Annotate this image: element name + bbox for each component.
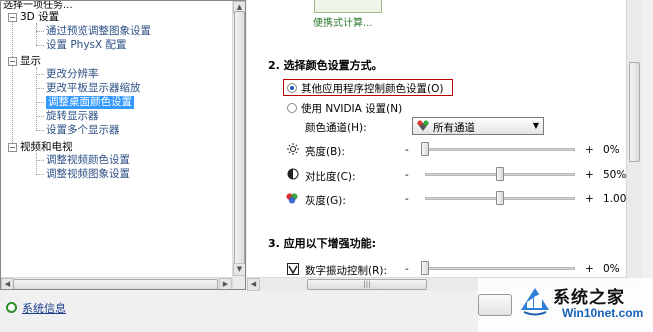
radio-nvidia-label[interactable]: 使用 NVIDIA 设置(N) [301, 101, 402, 116]
system-info-link[interactable]: 系统信息 [22, 300, 66, 316]
tree-connector [36, 45, 44, 46]
tree-category-3d[interactable]: 3D 设置 [20, 11, 59, 24]
radio-nvidia[interactable] [287, 103, 297, 113]
contrast-slider-thumb[interactable] [496, 167, 504, 181]
display-thumbnail-label[interactable]: 便携式计算... [313, 14, 373, 29]
tree-connector [36, 88, 44, 89]
tree-horizontal-scrollbar[interactable]: ◀ ▶ [1, 277, 232, 289]
color-channel-select[interactable]: 所有通道 ▼ [412, 117, 544, 135]
color-channel-value: 所有通道 [433, 122, 475, 134]
color-channel-label: 颜色通道(H): [305, 122, 367, 134]
scroll-left-icon[interactable]: ◀ [247, 278, 260, 291]
collapse-toggle-icon[interactable]: − [8, 143, 17, 152]
digital-vibrance-slider-track[interactable] [425, 267, 575, 270]
tree-item-physx[interactable]: 设置 PhysX 配置 [46, 39, 127, 52]
brightness-slider-track[interactable] [425, 148, 575, 151]
tree-category-video-tv[interactable]: 视频和电视 [20, 141, 73, 154]
brightness-value: 0% [603, 144, 620, 156]
tree-vertical-scrollbar[interactable]: ▲ ▼ [232, 1, 245, 289]
contrast-label: 对比度(C): [305, 171, 356, 183]
gamma-slider-thumb[interactable] [496, 191, 504, 205]
contrast-plus[interactable]: + [585, 169, 594, 181]
tree-connector [12, 19, 13, 149]
watermark-title: 系统之家 [553, 288, 625, 308]
contrast-value: 50% [603, 169, 627, 181]
channel-rgb-icon [417, 120, 429, 131]
laptop-thumbnail-icon[interactable] [314, 0, 382, 13]
tree-item-desktop-color[interactable]: 调整桌面颜色设置 [46, 96, 134, 109]
radio-other-app-label[interactable]: 其他应用程序控制颜色设置(O) [301, 81, 443, 96]
tree-connector [36, 67, 37, 131]
brightness-icon [287, 143, 299, 155]
scrollbar-thumb[interactable] [13, 279, 218, 289]
tree-connector [36, 160, 44, 161]
tree-connector [36, 102, 44, 103]
collapse-toggle-icon[interactable]: − [8, 57, 17, 66]
chevron-down-icon: ▼ [532, 121, 539, 130]
gamma-value: 1.00 [603, 193, 627, 205]
tree-connector [36, 23, 37, 45]
watermark-url: Win10net.com [562, 306, 644, 320]
scrollbar-thumb[interactable] [234, 11, 245, 267]
digital-vibrance-minus[interactable]: - [405, 263, 409, 275]
tree-item-preview-image[interactable]: 通过预览调整图象设置 [46, 25, 151, 38]
digital-vibrance-icon [287, 263, 299, 275]
tree-connector [36, 174, 44, 175]
digital-vibrance-value: 0% [603, 263, 620, 275]
radio-other-app[interactable] [287, 83, 297, 93]
brightness-plus[interactable]: + [585, 144, 594, 156]
collapse-toggle-icon[interactable]: − [8, 13, 17, 22]
content-vertical-scrollbar[interactable] [626, 0, 642, 290]
tree-connector [36, 153, 37, 175]
system-info-icon [6, 302, 17, 313]
tree-header: 选择一项任务... [3, 0, 73, 11]
partial-button[interactable] [478, 294, 512, 316]
contrast-icon [287, 168, 299, 180]
brightness-minus[interactable]: - [405, 144, 409, 156]
tree-item-flatpanel-scaling[interactable]: 更改平板显示器缩放 [46, 82, 141, 95]
section2-title: 2. 选择颜色设置方式。 [268, 59, 383, 72]
section3-title: 3. 应用以下增强功能: [268, 237, 377, 250]
tree-item-video-image[interactable]: 调整视频图象设置 [46, 168, 130, 181]
tree-item-resolution[interactable]: 更改分辨率 [46, 68, 99, 81]
contrast-minus[interactable]: - [405, 169, 409, 181]
scrollbar-thumb[interactable]: ||| [307, 279, 427, 290]
digital-vibrance-label: 数字振动控制(R): [305, 265, 388, 277]
tree-category-display[interactable]: 显示 [20, 55, 41, 68]
gamma-label: 灰度(G): [305, 195, 346, 207]
gamma-minus[interactable]: - [405, 193, 409, 205]
gamma-icon [286, 193, 298, 204]
digital-vibrance-slider-thumb[interactable] [421, 261, 429, 275]
tree-item-multiple-displays[interactable]: 设置多个显示器 [46, 124, 120, 137]
digital-vibrance-plus[interactable]: + [585, 263, 594, 275]
tree-connector [36, 130, 44, 131]
scrollbar-thumb[interactable] [629, 62, 640, 162]
tree-item-video-color[interactable]: 调整视频颜色设置 [46, 154, 130, 167]
scroll-down-icon[interactable]: ▼ [233, 263, 245, 276]
windows-logo-icon [521, 288, 549, 316]
tree-connector [36, 116, 44, 117]
brightness-label: 亮度(B): [305, 146, 345, 158]
tree-item-rotate-display[interactable]: 旋转显示器 [46, 110, 99, 123]
brightness-slider-thumb[interactable] [421, 142, 429, 156]
tree-connector [36, 31, 44, 32]
task-tree-panel: 选择一项任务... − 3D 设置 通过预览调整图象设置 设置 PhysX 配置… [0, 0, 246, 290]
tree-connector [36, 74, 44, 75]
scroll-right-icon[interactable]: ▶ [219, 278, 232, 289]
gamma-plus[interactable]: + [585, 193, 594, 205]
